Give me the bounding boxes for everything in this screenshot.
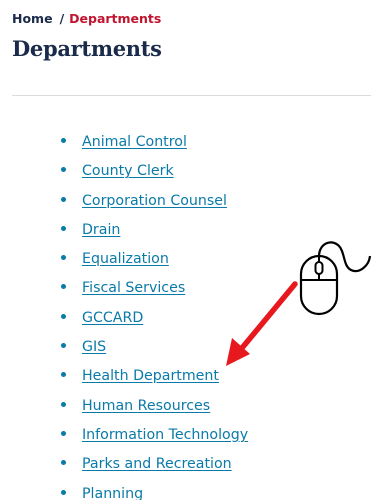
department-link-county-clerk[interactable]: County Clerk bbox=[82, 163, 174, 179]
bullet-icon bbox=[61, 460, 66, 466]
list-item: Animal Control bbox=[0, 126, 248, 155]
header-divider bbox=[12, 95, 371, 96]
department-link-health-department[interactable]: Health Department bbox=[82, 368, 219, 384]
bullet-icon bbox=[61, 401, 66, 407]
department-link-human-resources[interactable]: Human Resources bbox=[82, 398, 210, 414]
department-link-animal-control[interactable]: Animal Control bbox=[82, 134, 187, 150]
department-list: Animal Control County Clerk Corporation … bbox=[0, 126, 248, 500]
breadcrumb-current: Departments bbox=[69, 11, 162, 26]
department-link-corporation-counsel[interactable]: Corporation Counsel bbox=[82, 193, 227, 209]
list-item: Drain bbox=[0, 214, 248, 243]
department-link-gccard[interactable]: GCCARD bbox=[82, 310, 143, 326]
list-item: GIS bbox=[0, 331, 248, 360]
bullet-icon bbox=[61, 313, 66, 319]
department-link-parks-and-recreation[interactable]: Parks and Recreation bbox=[82, 456, 232, 472]
bullet-icon bbox=[61, 343, 66, 349]
list-item: Planning bbox=[0, 478, 248, 500]
bullet-icon bbox=[61, 138, 66, 143]
bullet-icon bbox=[61, 196, 66, 202]
bullet-icon bbox=[61, 489, 66, 495]
list-item: Parks and Recreation bbox=[0, 448, 248, 477]
list-item: Fiscal Services bbox=[0, 272, 248, 301]
list-item: Health Department bbox=[0, 360, 248, 389]
list-item: County Clerk bbox=[0, 155, 248, 184]
list-item: Corporation Counsel bbox=[0, 185, 248, 214]
page-title: Departments bbox=[12, 36, 162, 61]
breadcrumb: Home / Departments bbox=[12, 11, 161, 26]
breadcrumb-separator: / bbox=[59, 11, 65, 26]
department-link-gis[interactable]: GIS bbox=[82, 339, 106, 355]
department-link-drain[interactable]: Drain bbox=[82, 222, 120, 238]
breadcrumb-home-link[interactable]: Home bbox=[12, 11, 53, 26]
department-link-fiscal-services[interactable]: Fiscal Services bbox=[82, 280, 185, 296]
department-link-information-technology[interactable]: Information Technology bbox=[82, 427, 248, 443]
computer-mouse-icon bbox=[299, 236, 371, 318]
list-item: Human Resources bbox=[0, 390, 248, 419]
list-item: Equalization bbox=[0, 243, 248, 272]
bullet-icon bbox=[61, 167, 66, 173]
department-link-equalization[interactable]: Equalization bbox=[82, 251, 169, 267]
department-link-planning[interactable]: Planning bbox=[82, 486, 143, 500]
list-item: GCCARD bbox=[0, 302, 248, 331]
bullet-icon bbox=[61, 430, 66, 436]
bullet-icon bbox=[61, 284, 66, 290]
bullet-icon bbox=[61, 225, 66, 231]
bullet-icon bbox=[61, 372, 66, 378]
bullet-icon bbox=[61, 255, 66, 261]
red-arrow-pointer-icon bbox=[222, 278, 302, 370]
list-item: Information Technology bbox=[0, 419, 248, 448]
